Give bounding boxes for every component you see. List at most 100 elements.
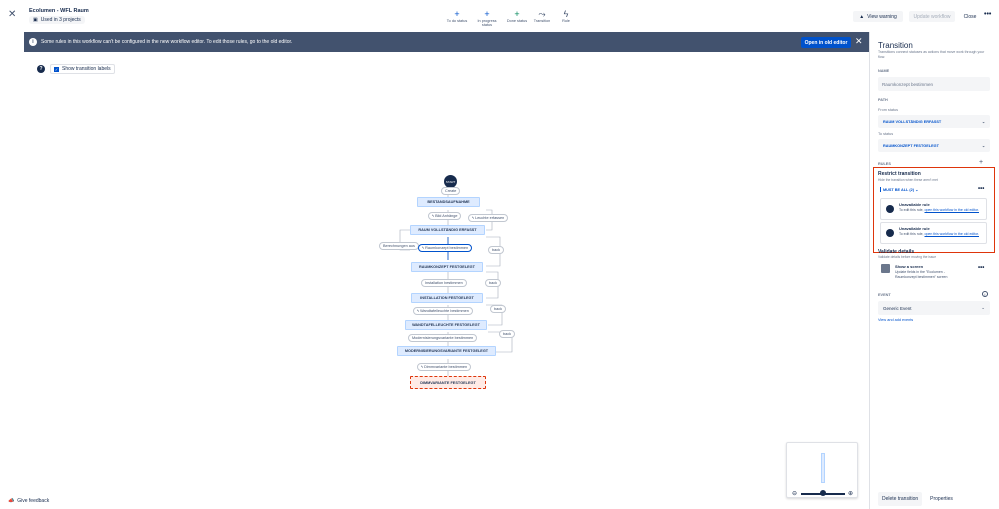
- show-screen-title[interactable]: Show a screen: [895, 264, 923, 269]
- checkbox-checked-icon: ✓: [54, 66, 59, 72]
- create-transition[interactable]: Create: [441, 187, 461, 195]
- event-select[interactable]: Generic Event ⌄: [878, 301, 990, 315]
- add-in-progress-status-button[interactable]: + In progress status: [472, 9, 502, 27]
- restrict-transition-title: Restrict transition: [878, 171, 921, 177]
- more-icon[interactable]: •••: [978, 265, 984, 271]
- to-status-select[interactable]: RAUMKONZEPT FESTGELEGT ⌄: [878, 139, 990, 152]
- chevron-down-icon: ⌄: [915, 188, 919, 192]
- transition-wandtafelleuchte-bestimmen[interactable]: ϟ Wandtafelleuchte bestimmen: [413, 307, 473, 315]
- transition-back[interactable]: back: [488, 246, 505, 254]
- transition-label: Leuchte erfassen: [475, 216, 505, 220]
- transition-modernisierungsvariante-bestimmen[interactable]: Modernisierungsvariante bestimmen: [408, 334, 478, 342]
- event-label: EVENT: [878, 293, 891, 297]
- tool-label: Done status: [506, 19, 528, 23]
- view-warning-button[interactable]: ▲ View warning: [853, 11, 903, 22]
- transition-leuchte-erfassen[interactable]: ϟ Leuchte erfassen: [468, 214, 509, 222]
- minimap[interactable]: ⊖ ⊕: [786, 442, 858, 498]
- tool-label: To do status: [446, 19, 468, 23]
- transition-label: Bild Anhänge: [435, 214, 458, 218]
- zoom-slider-handle[interactable]: [820, 490, 826, 496]
- tool-label: In progress status: [477, 19, 497, 27]
- view-events-link[interactable]: View and add events: [878, 318, 913, 322]
- transition-name-input[interactable]: Raumkonzept bestimmen: [878, 77, 990, 91]
- transition-label: Raumkonzept bestimmen: [425, 246, 469, 250]
- more-icon[interactable]: •••: [978, 186, 984, 192]
- warning-icon: ▲: [859, 13, 865, 20]
- close-button[interactable]: Close: [960, 11, 980, 22]
- rule-title: Unavailable rule: [899, 226, 930, 231]
- rule-title: Unavailable rule: [899, 202, 930, 207]
- add-rule-icon[interactable]: +: [979, 159, 983, 166]
- chevron-down-icon: ⌄: [981, 120, 985, 124]
- rule-desc-text: To edit this rule,: [899, 232, 924, 236]
- update-workflow-button[interactable]: Update workflow: [909, 11, 955, 22]
- transition-label: Dimmvariante bestimmen: [424, 365, 468, 369]
- transition-back[interactable]: back: [499, 330, 516, 338]
- status-wandtafelleuchte-festgelegt[interactable]: WANDTAFELLEUCHTE FESTGELEGT: [405, 320, 487, 330]
- to-status-value: RAUMKONZEPT FESTGELEGT: [883, 143, 939, 148]
- give-feedback-label: Give feedback: [17, 498, 50, 504]
- transition-dimmvariante-bestimmen[interactable]: ϟ Dimmvariante bestimmen: [417, 363, 472, 371]
- chevron-down-icon: ⌄: [981, 305, 985, 310]
- name-label: NAME: [878, 69, 890, 73]
- status-bestandsaufnahme[interactable]: BESTANDSAUFNAHME: [417, 197, 480, 207]
- from-status-select[interactable]: RAUM VOLLSTÄNDIG ERFASST ⌄: [878, 115, 990, 128]
- view-warning-label: View warning: [867, 13, 897, 20]
- help-icon[interactable]: ?: [37, 65, 45, 73]
- must-be-all-dropdown[interactable]: MUST BE ALL (2) ⌄: [880, 187, 918, 192]
- info-icon: i: [29, 38, 37, 46]
- rule-desc-text: To edit this rule,: [899, 208, 924, 212]
- chevron-down-icon: ⌄: [981, 144, 985, 148]
- tool-label: Rule: [562, 19, 570, 23]
- banner-message: Some rules in this workflow can't be con…: [41, 39, 293, 45]
- show-transition-labels-checkbox[interactable]: ✓ Show transition labels: [50, 64, 115, 74]
- must-be-all-label: MUST BE ALL (2): [883, 188, 915, 192]
- add-todo-status-button[interactable]: + To do status: [442, 9, 472, 23]
- open-old-editor-link[interactable]: open this workflow in the old editor.: [925, 232, 979, 236]
- close-icon[interactable]: ✕: [855, 36, 863, 47]
- close-icon[interactable]: ✕: [8, 9, 16, 20]
- status-raum-vollstaendig-erfasst[interactable]: RAUM VOLLSTÄNDIG ERFASST: [410, 225, 485, 235]
- transition-bild-anhaenge[interactable]: ϟ Bild Anhänge: [428, 212, 462, 220]
- status-dimmvariante-festgelegt[interactable]: DIMMVARIANTE FESTGELEGT: [410, 376, 486, 389]
- rule-description: To edit this rule, open this workflow in…: [899, 208, 983, 213]
- to-status-label: To status: [878, 132, 894, 136]
- lightning-icon: ϟ: [563, 9, 569, 19]
- more-icon[interactable]: •••: [984, 11, 991, 18]
- open-old-editor-button[interactable]: Open in old editor: [801, 37, 851, 48]
- info-banner: i Some rules in this workflow can't be c…: [24, 32, 869, 52]
- workflow-name: Ecolumen - WFL Raum: [29, 8, 89, 14]
- info-icon[interactable]: i: [982, 291, 988, 297]
- transition-berechnungen[interactable]: Berechnungen aus: [379, 242, 419, 250]
- add-rule-button[interactable]: ϟ Rule: [551, 9, 581, 23]
- minimap-viewport: [821, 453, 825, 483]
- panel-title: Transition: [878, 41, 913, 50]
- give-feedback-link[interactable]: 📣 Give feedback: [8, 498, 49, 504]
- plus-icon: +: [454, 9, 460, 19]
- transition-back[interactable]: back: [490, 305, 507, 313]
- transition-raumkonzept-bestimmen[interactable]: ϟ Raumkonzept bestimmen: [418, 244, 473, 252]
- delete-transition-button[interactable]: Delete transition: [878, 492, 923, 506]
- event-value: Generic Event: [883, 305, 912, 311]
- transition-installation-bestimmen[interactable]: Installation bestimmen: [421, 279, 467, 287]
- used-in-projects-badge[interactable]: ▣ Used in 3 projects: [29, 16, 85, 24]
- restrict-transition-subtitle: Hide the transition when these aren't me…: [878, 178, 938, 182]
- plus-icon: +: [484, 9, 490, 19]
- properties-button[interactable]: Properties: [926, 492, 957, 506]
- rule-card[interactable]: Unavailable rule To edit this rule, open…: [880, 198, 987, 220]
- checkbox-label: Show transition labels: [62, 66, 111, 72]
- zoom-in-icon[interactable]: ⊕: [848, 490, 853, 497]
- status-raumkonzept-festgelegt[interactable]: RAUMKONZEPT FESTGELEGT: [411, 262, 483, 272]
- status-modernisierungsvariante-festgelegt[interactable]: MODERNISIERUNGSVARIANTE FESTGELEGT: [397, 346, 496, 356]
- used-in-label: Used in 3 projects: [40, 17, 81, 23]
- transition-label: Wandtafelleuchte bestimmen: [420, 309, 469, 313]
- projects-icon: ▣: [33, 17, 38, 23]
- from-status-label: From status: [878, 108, 899, 112]
- rule-description: To edit this rule, open this workflow in…: [899, 232, 983, 237]
- status-installation-festgelegt[interactable]: INSTALLATION FESTGELEGT: [411, 293, 483, 303]
- rule-card[interactable]: Unavailable rule To edit this rule, open…: [880, 222, 987, 244]
- zoom-out-icon[interactable]: ⊖: [792, 490, 797, 497]
- rules-label: RULES: [878, 162, 891, 166]
- transition-back[interactable]: back: [485, 279, 502, 287]
- open-old-editor-link[interactable]: open this workflow in the old editor.: [925, 208, 979, 212]
